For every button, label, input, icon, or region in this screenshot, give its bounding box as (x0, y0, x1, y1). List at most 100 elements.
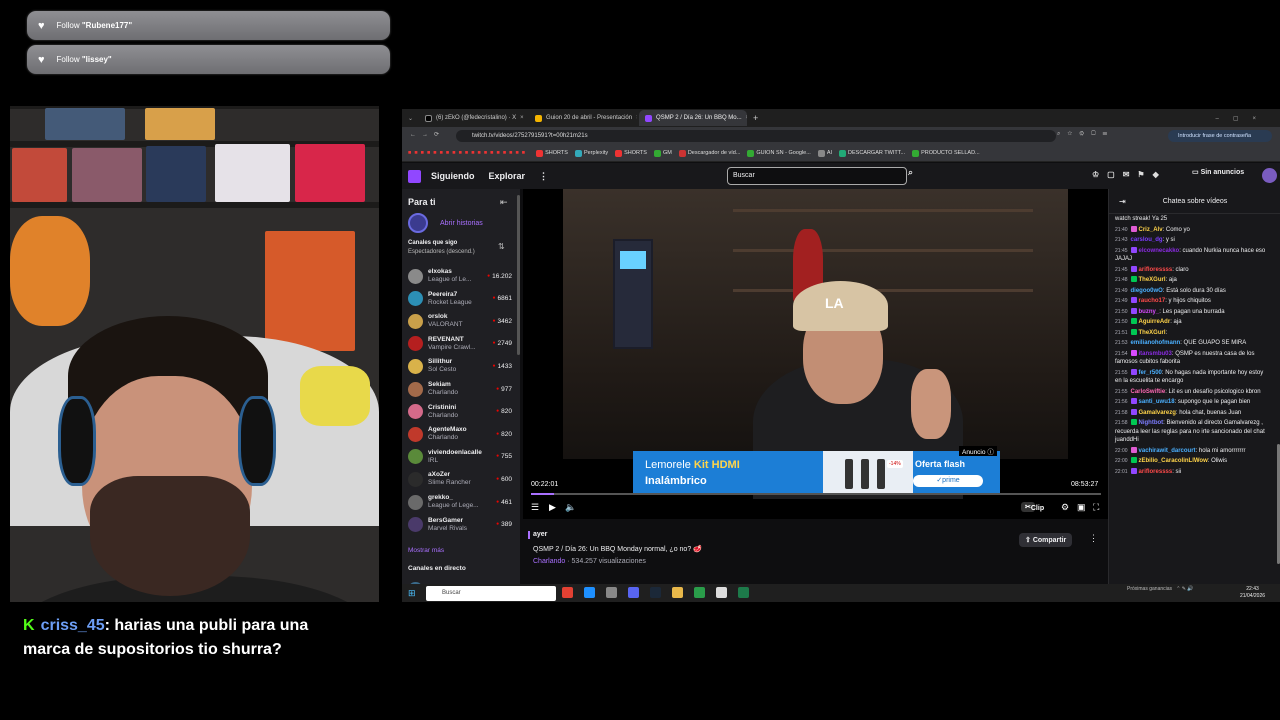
category-link[interactable]: Charlando (533, 558, 565, 565)
chat-username[interactable]: elcownecakko (1139, 248, 1180, 254)
viewer-count: 461 (496, 499, 512, 506)
sidebar-channel-item[interactable]: SillithurSol Cesto 1433 (408, 355, 512, 377)
progress-bar[interactable] (531, 493, 1101, 495)
chat-username[interactable]: Gamalvarezg (1139, 410, 1176, 416)
bookmark-item[interactable]: AI (817, 149, 832, 157)
steam-icon[interactable] (650, 587, 661, 598)
taskbar-clock[interactable]: 22:43 21/04/2026 (1240, 586, 1265, 600)
bookmark-item[interactable]: DESCARGAR TWITT... (839, 149, 905, 157)
chat-username[interactable]: CarloSwiftie (1131, 389, 1166, 395)
play-icon[interactable]: ▶ (549, 502, 556, 513)
user-avatar[interactable] (1262, 168, 1277, 183)
close-icon[interactable]: × (742, 115, 747, 121)
no-ads-button[interactable]: ▭ Sin anuncios (1192, 168, 1244, 176)
close-icon[interactable]: × (632, 115, 637, 121)
sort-icon[interactable]: ⇅ (498, 242, 505, 251)
chat-username[interactable]: arifloressss (1139, 469, 1173, 475)
search-input[interactable]: Buscar (727, 167, 907, 185)
info-icon[interactable]: ⓘ (987, 449, 994, 456)
chat-username[interactable]: arifloressss (1139, 267, 1173, 273)
sidebar-channel-item[interactable]: grekko_League of Lege... 461 (408, 491, 512, 513)
bookmark-item[interactable]: PRODUCTO SELLAD... (912, 149, 980, 157)
sidebar-scrollbar[interactable] (517, 195, 520, 355)
bookmark-item[interactable]: GUION SN - Google... (747, 149, 811, 157)
notion-icon[interactable] (716, 587, 727, 598)
tab-list-icon[interactable]: ⌄ (408, 115, 413, 122)
password-prompt[interactable]: Introducir frase de contraseña (1168, 130, 1272, 142)
sidebar-channel-item[interactable]: REVENANTVampire Crawl... 2749 (408, 333, 512, 355)
new-tab-icon[interactable]: + (753, 113, 758, 123)
chat-username[interactable]: Nightbot (1139, 420, 1164, 426)
windows-start-icon[interactable]: ⊞ (408, 588, 416, 599)
sidebar-channel-item[interactable]: AgenteMaxoCharlando 820 (408, 423, 512, 445)
browser-tab[interactable]: (6) zEkO (@fedecristalino) · X × (419, 110, 527, 126)
topnav-icons[interactable]: ♔▢✉⚑◆ (1092, 170, 1167, 179)
taskbar-search-input[interactable]: Buscar (426, 586, 556, 601)
ad-banner[interactable]: Lemorele Kit HDMI Inalámbrico -14% Oferta… (633, 446, 1000, 495)
chat-username[interactable]: zEbilio_CaracolinLlWow (1139, 458, 1208, 464)
edge-icon[interactable] (584, 587, 595, 598)
chat-username[interactable]: fer_r500 (1139, 370, 1162, 376)
obs-icon[interactable] (606, 587, 617, 598)
browser-tab-active[interactable]: QSMP 2 / Día 26: Un BBQ Mo...× (639, 110, 748, 126)
sidebar-channel-item[interactable]: elxokasLeague of Le... 16.202 (408, 265, 512, 287)
expand-icon[interactable]: ⇥ (1119, 189, 1126, 214)
chat-username[interactable]: Criz_Alv (1139, 227, 1163, 233)
bookmark-item[interactable]: Descargador de víd... (678, 149, 740, 157)
sidebar-channel-item[interactable]: BersGamerMarvel Rivals 389 (408, 514, 512, 536)
chat-username[interactable]: emilianohofmann (1131, 340, 1181, 346)
theater-icon[interactable]: ▣ (1077, 502, 1086, 513)
chat-username[interactable]: TheXGurl (1139, 330, 1166, 336)
close-icon[interactable]: × (516, 115, 524, 121)
collapse-icon[interactable]: ⇤ (500, 197, 508, 208)
nav-arrows-icon[interactable]: ←→⟳ (410, 131, 445, 138)
window-controls-icon[interactable]: –▢× (1215, 115, 1270, 122)
browser-toolbar-icons[interactable]: ⌕☆⚙▢☰ (1057, 131, 1114, 138)
sidebar-channel-item[interactable]: CristininiCharlando 820 (408, 401, 512, 423)
folder-icon[interactable] (672, 587, 683, 598)
chat-username[interactable]: santi_uwu18 (1139, 399, 1175, 405)
bookmark-icons[interactable]: ■■■■■■■■■■■■■■■■■■■ (408, 150, 528, 156)
browser-tab[interactable]: Guion 20 de abril - Presentación× (529, 110, 637, 126)
chat-message: 21:54 itansmbu03: QSMP es nuestra casa de… (1109, 349, 1275, 368)
settings-icon[interactable]: ⚙ (1061, 502, 1069, 513)
chat-username[interactable]: carslou_dg (1131, 237, 1163, 243)
chat-username[interactable]: itansmbu03 (1139, 351, 1172, 357)
chat-username[interactable]: diegoo0wO (1131, 288, 1163, 294)
chrome-icon[interactable] (562, 587, 573, 598)
chat-username[interactable]: raucho17 (1139, 298, 1166, 304)
show-more-link[interactable]: Mostrar más (408, 547, 444, 554)
discord-icon[interactable] (628, 587, 639, 598)
nav-browse[interactable]: Explorar (489, 171, 526, 181)
chat-username[interactable]: AguirreAdr (1139, 319, 1171, 325)
overlay-chat-message: Kcriss_45: harias una publi para una mar… (23, 614, 353, 662)
fullscreen-icon[interactable]: ⛶ (1093, 502, 1099, 513)
more-options-icon[interactable]: ⋮ (1089, 533, 1098, 544)
excel-icon[interactable] (738, 587, 749, 598)
bookmark-item[interactable]: Perplexity (574, 149, 608, 157)
tray-info[interactable]: Próximas ganancias ⌃ ✎ 🔊 (1127, 586, 1194, 592)
sheets-icon[interactable] (694, 587, 705, 598)
clip-button[interactable]: ✂ Clip (1021, 502, 1044, 512)
stories-button[interactable]: Abrir historias (408, 213, 483, 233)
volume-icon[interactable]: 🔈 (565, 502, 576, 513)
search-icon[interactable]: ⌕ (908, 167, 922, 185)
twitch-logo-icon[interactable] (408, 169, 421, 183)
chapters-icon[interactable]: ☰ (531, 502, 539, 513)
sidebar-channel-item[interactable]: aXoZerSlime Rancher 600 (408, 468, 512, 490)
bookmark-item[interactable]: SHORTS (615, 149, 647, 157)
chat-username[interactable]: TheXGurl (1139, 277, 1166, 283)
bookmark-item[interactable]: GM (653, 149, 672, 157)
video-player[interactable]: LA Lemorele Kit HDMI Inalámbrico -14% Ofe… (523, 189, 1108, 519)
sidebar-channel-item[interactable]: orslokVALORANT 3462 (408, 310, 512, 332)
bookmark-item[interactable]: SHORTS (536, 149, 568, 157)
sidebar-channel-item[interactable]: SekiamCharlando 977 (408, 378, 512, 400)
sidebar-channel-item[interactable]: Peereira7Rocket League 6861 (408, 288, 512, 310)
share-button[interactable]: ⇧ Compartir (1019, 533, 1073, 547)
nav-following[interactable]: Siguiendo (431, 171, 475, 181)
chat-username[interactable]: vachirawit_darcourt (1139, 448, 1196, 454)
sidebar-channel-item[interactable]: viviendoenlacalleIRL 755 (408, 446, 512, 468)
chat-username[interactable]: buzny_ (1139, 309, 1160, 315)
url-field[interactable]: twitch.tv/videos/2752791591?t=00h21m21s (456, 130, 1056, 142)
more-icon[interactable]: ⋮ (539, 171, 548, 182)
